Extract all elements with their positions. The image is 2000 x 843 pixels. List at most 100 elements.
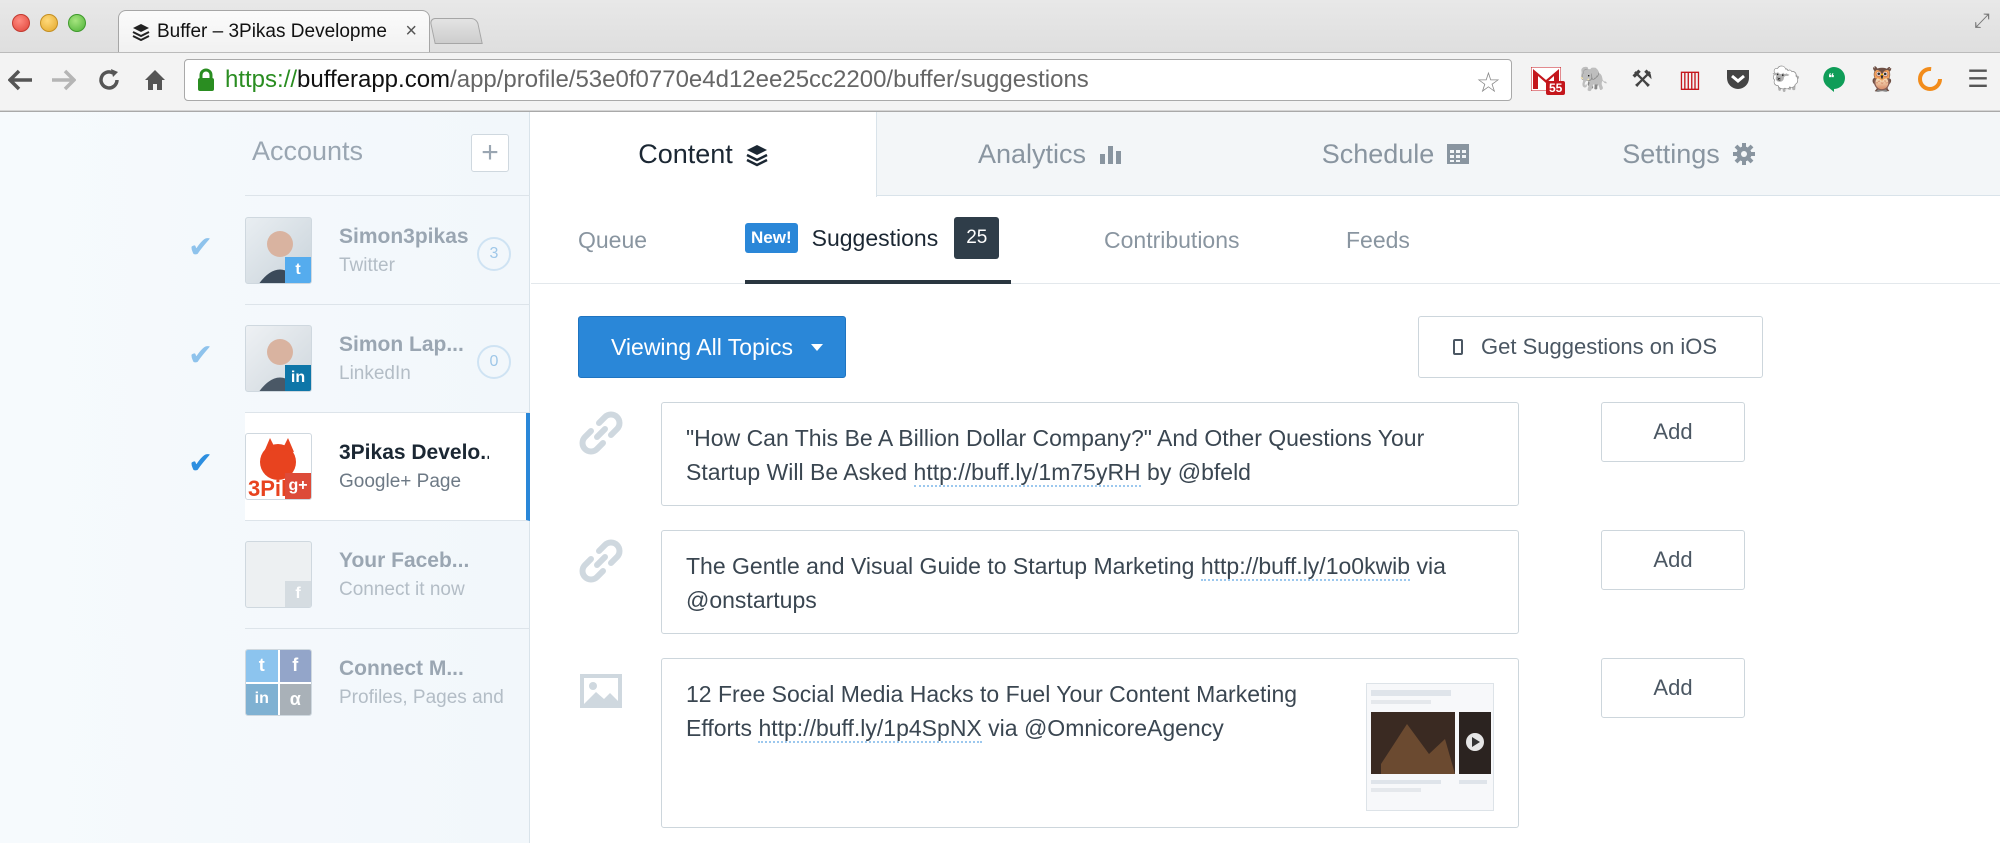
tab-label: Suggestions — [811, 224, 939, 251]
tab-close-icon[interactable]: × — [405, 20, 417, 43]
avatar: f — [245, 541, 312, 608]
avatar: t — [245, 217, 312, 284]
selected-check-icon[interactable]: ✔ — [188, 446, 213, 481]
calendar-icon — [1446, 142, 1470, 166]
queue-count-badge: 3 — [477, 237, 511, 271]
tab-queue[interactable]: Queue — [578, 196, 647, 284]
lock-icon — [197, 68, 215, 92]
tab-label: Schedule — [1321, 138, 1435, 169]
account-item-google-plus[interactable]: 3Pik g+ 3Pikas Develo... Google+ Page — [245, 413, 530, 521]
window-close-button[interactable] — [12, 14, 30, 32]
suggestion-link[interactable]: http://buff.ly/1o0kwib — [1200, 553, 1411, 581]
selected-check-icon[interactable]: ✔ — [188, 230, 213, 265]
account-network: Google+ Page — [339, 471, 462, 492]
account-name: Your Faceb... — [339, 549, 470, 572]
new-tab-button[interactable] — [429, 18, 483, 44]
get-suggestions-ios-button[interactable]: Get Suggestions on iOS — [1418, 316, 1763, 378]
suggestions-count-badge: 25 — [954, 217, 1000, 259]
topics-dropdown-button[interactable]: Viewing All Topics — [578, 316, 846, 378]
twitter-icon: t — [246, 650, 278, 682]
tab-label: Settings — [1622, 138, 1720, 169]
tab-label: Content — [638, 139, 733, 169]
svg-text:❝: ❝ — [1828, 71, 1834, 85]
accounts-header: Accounts + — [245, 112, 530, 196]
content-subtabs: Queue New! Suggestions 25 Contributions … — [531, 196, 2000, 284]
account-name: Simon3pikas — [339, 225, 469, 248]
main-content: Content Analytics Schedule Settings Queu… — [531, 112, 2000, 843]
account-network: Profiles, Pages and — [339, 687, 504, 708]
suggestion-link[interactable]: http://buff.ly/1p4SpNX — [758, 715, 982, 743]
tab-settings[interactable]: Settings — [1516, 112, 1862, 196]
tab-feeds[interactable]: Feeds — [1346, 196, 1410, 284]
hangouts-icon[interactable]: ❝ — [1818, 63, 1850, 95]
linkedin-icon: in — [246, 683, 278, 715]
image-icon — [578, 668, 624, 714]
account-name: Connect M... — [339, 657, 464, 680]
facebook-icon: f — [285, 581, 311, 607]
tab-suggestions[interactable]: New! Suggestions 25 — [745, 196, 1011, 284]
fullscreen-icon[interactable]: ⤢ — [1974, 10, 1990, 33]
phone-icon — [1453, 339, 1463, 355]
orange-ring-icon[interactable] — [1914, 63, 1946, 95]
back-icon[interactable] — [6, 65, 36, 95]
menu-icon[interactable]: ☰ — [1962, 63, 1994, 95]
connect-more-accounts[interactable]: t f in α Connect M... Profiles, Pages an… — [245, 629, 530, 737]
linkedin-icon: in — [285, 365, 311, 391]
accounts-sidebar: Accounts + ✔ t Simon3pikas Twitter 3 ✔ i… — [0, 112, 530, 843]
bar-chart-icon — [1098, 142, 1122, 166]
main-tabs: Content Analytics Schedule Settings — [531, 112, 2000, 197]
add-account-button[interactable]: + — [471, 134, 509, 172]
suggestion-card[interactable]: "How Can This Be A Billion Dollar Compan… — [661, 402, 1519, 506]
twitter-icon: t — [285, 257, 311, 283]
add-suggestion-button[interactable]: Add — [1601, 530, 1745, 590]
social-networks-grid-icon: t f in α — [245, 649, 312, 716]
forward-icon[interactable] — [48, 65, 78, 95]
link-icon — [578, 538, 624, 584]
url-scheme: https:// — [225, 66, 298, 93]
accounts-title: Accounts — [252, 136, 364, 166]
window-minimize-button[interactable] — [40, 14, 58, 32]
chevron-down-icon — [810, 343, 823, 351]
account-name: Simon Lap... — [339, 333, 464, 356]
topics-label: Viewing All Topics — [611, 333, 793, 360]
url-path: /app/profile/53e0f0770e4d12ee25cc2200/bu… — [450, 66, 1089, 93]
home-icon[interactable] — [140, 65, 170, 95]
lastpass-icon[interactable]: ▥ — [1674, 63, 1706, 95]
hootsuite-owl-icon[interactable]: 🦉 — [1866, 63, 1898, 95]
tab-analytics[interactable]: Analytics — [877, 112, 1223, 196]
url-host: bufferapp.com — [297, 66, 451, 93]
tab-contributions[interactable]: Contributions — [1104, 196, 1240, 284]
evernote-icon[interactable]: 🐘 — [1578, 63, 1610, 95]
account-item-twitter[interactable]: t Simon3pikas Twitter 3 — [245, 197, 530, 305]
suggestion-thumbnail[interactable] — [1366, 683, 1494, 811]
suggestion-link[interactable]: http://buff.ly/1m75yRH — [913, 459, 1141, 487]
account-item-facebook[interactable]: f Your Faceb... Connect it now — [245, 521, 530, 629]
tab-content[interactable]: Content — [531, 112, 877, 197]
selected-check-icon[interactable]: ✔ — [188, 338, 213, 373]
suggestion-text: The Gentle and Visual Guide to Startup M… — [686, 553, 1201, 579]
browser-chrome: Buffer – 3Pikas Developme × ⤢ https://bu… — [0, 0, 2000, 112]
address-bar[interactable]: https://bufferapp.com/app/profile/53e0f0… — [184, 59, 1512, 101]
account-item-linkedin[interactable]: in Simon Lap... LinkedIn 0 — [245, 305, 530, 413]
avatar: 3Pik g+ — [245, 433, 312, 500]
suggestion-card[interactable]: 12 Free Social Media Hacks to Fuel Your … — [661, 658, 1519, 828]
pocket-icon[interactable] — [1722, 63, 1754, 95]
browser-tab[interactable]: Buffer – 3Pikas Developme × — [118, 10, 430, 52]
add-suggestion-button[interactable]: Add — [1601, 658, 1745, 718]
browser-tab-title: Buffer – 3Pikas Developme — [157, 20, 387, 42]
new-badge: New! — [745, 223, 798, 253]
browser-toolbar: https://bufferapp.com/app/profile/53e0f0… — [0, 52, 2000, 110]
window-maximize-button[interactable] — [68, 14, 86, 32]
gmail-icon[interactable]: 55 — [1530, 63, 1566, 95]
reload-icon[interactable] — [94, 65, 124, 95]
bookmark-star-icon[interactable]: ☆ — [1476, 66, 1501, 99]
sheep-icon[interactable]: 🐑 — [1770, 63, 1802, 95]
tools-icon[interactable]: ⚒ — [1626, 63, 1658, 95]
ios-label: Get Suggestions on iOS — [1481, 334, 1718, 359]
gear-icon — [1732, 142, 1756, 166]
suggestion-card[interactable]: The Gentle and Visual Guide to Startup M… — [661, 530, 1519, 634]
account-name: 3Pikas Develo... — [339, 441, 489, 464]
buffer-favicon-icon — [131, 22, 151, 42]
add-suggestion-button[interactable]: Add — [1601, 402, 1745, 462]
facebook-icon: f — [279, 650, 311, 682]
